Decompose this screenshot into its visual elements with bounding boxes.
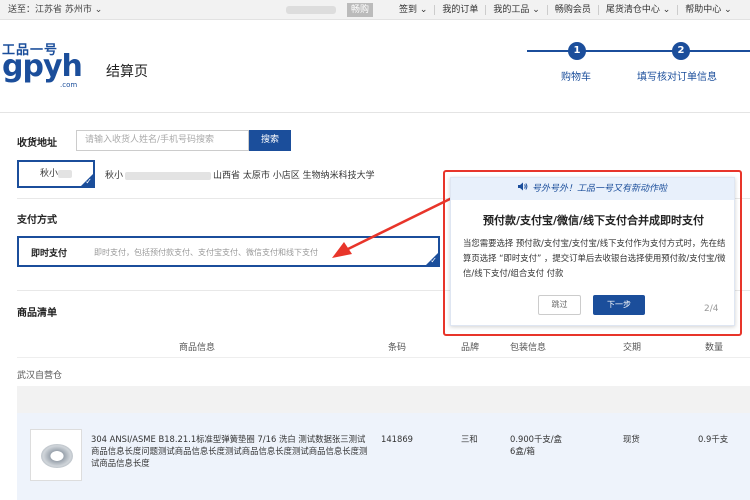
address-section-title: 收货地址 [17, 138, 57, 149]
product-package: 0.900千支/盒 [510, 434, 562, 444]
product-quantity: 0.9千支 [698, 434, 729, 444]
link-my-orders[interactable]: 我的订单 [434, 5, 485, 15]
address-search-input[interactable]: 请输入收货人姓名/手机号码搜索 [76, 130, 249, 151]
address-detail-text: 山西省 太原市 小店区 生物纳米科技大学 [213, 171, 375, 181]
redacted-phone [125, 171, 212, 180]
guide-popup: 号外号外！工品一号又有新动作啦 预付款/支付宝/微信/线下支付合并成即时支付 当… [450, 177, 735, 326]
product-brand: 三和 [461, 434, 478, 444]
col-product-info: 商品信息 [179, 343, 216, 353]
product-name[interactable]: 304 ANSI/ASME B18.21.1标准型弹簧垫圈 7/16 洗白 测试… [91, 433, 371, 469]
warehouse-label: 武汉自营仓 [17, 371, 63, 381]
link-membership[interactable]: 畅购会员 [546, 5, 598, 15]
col-delivery: 交期 [623, 343, 642, 353]
redacted-name [58, 169, 72, 178]
popup-body: 当您需要选择 预付款/支付宝/支付宝/线下支付作为支付方式时，先在结算页选择 “… [463, 238, 726, 278]
payment-option-description: 即时支付，包括预付款支付、支付宝支付、微信支付和线下支付 [94, 248, 318, 257]
col-brand: 品牌 [461, 343, 480, 353]
check-icon: ✓ [85, 177, 92, 186]
popup-header-text: 号外号外！工品一号又有新动作啦 [531, 184, 667, 194]
annotation-arrow [332, 194, 457, 258]
popup-page-indicator: 2/4 [704, 304, 719, 314]
skip-button[interactable]: 跳过 [538, 295, 581, 315]
step-1-label: 购物车 [561, 72, 591, 83]
link-my-gongpin[interactable]: 我的工品 ⌄ [485, 5, 546, 15]
step-2-circle: 2 [672, 42, 690, 60]
payment-option-label: 即时支付 [31, 249, 68, 259]
product-delivery: 现货 [623, 434, 640, 444]
step-2-label: 填写核对订单信息 [637, 72, 717, 83]
username-redacted [286, 6, 336, 14]
col-barcode: 条码 [388, 343, 407, 353]
link-help[interactable]: 帮助中心 ⌄ [677, 5, 738, 15]
product-barcode: 141869 [381, 434, 413, 444]
popup-title: 预付款/支付宝/微信/线下支付合并成即时支付 [482, 214, 705, 227]
logo[interactable]: gpyh [2, 49, 83, 84]
address-detail-name: 秋小 [105, 171, 124, 181]
top-links: 签到 ⌄ 我的订单 我的工品 ⌄ 畅购会员 尾货清仓中心 ⌄ 帮助中心 ⌄ [392, 0, 739, 15]
popup-header: 号外号外！工品一号又有新动作啦 [451, 178, 734, 200]
address-card-name: 秋小 [39, 169, 58, 179]
products-table-header: 商品信息 条码 品牌 包装信息 交期 数量 [17, 334, 750, 358]
link-signin[interactable]: 签到 ⌄ [392, 5, 434, 15]
progress-line [527, 50, 750, 52]
megaphone-icon [517, 178, 528, 200]
page-title: 结算页 [106, 64, 148, 80]
page-header: 工品一号 gpyh .com 结算页 1 购物车 2 填写核对订单信息 [0, 21, 750, 113]
logo-domain: .com [60, 81, 78, 89]
greeting-badge[interactable]: 畅购 [347, 3, 374, 17]
product-package-secondary: 6盒/箱 [510, 446, 535, 456]
link-clearance[interactable]: 尾货清仓中心 ⌄ [597, 5, 677, 15]
step-1-circle: 1 [568, 42, 586, 60]
payment-section-title: 支付方式 [17, 215, 57, 226]
product-thumbnail[interactable] [30, 429, 82, 481]
col-quantity: 数量 [705, 343, 724, 353]
washer-image [41, 444, 73, 468]
col-package: 包装信息 [510, 343, 547, 353]
location-selector[interactable]: 送至：江苏省 苏州市 ⌄ [8, 0, 102, 20]
next-button[interactable]: 下一步 [593, 295, 645, 315]
address-detail: 秋小 山西省 太原市 小店区 生物纳米科技大学 [105, 168, 375, 181]
table-row: 304 ANSI/ASME B18.21.1标准型弹簧垫圈 7/16 洗白 测试… [17, 413, 750, 500]
top-bar: 送至：江苏省 苏州市 ⌄ 畅购 签到 ⌄ 我的订单 我的工品 ⌄ 畅购会员 尾货… [0, 0, 750, 20]
address-card[interactable]: 秋小 ✓ [17, 160, 95, 188]
address-search-button[interactable]: 搜索 [249, 130, 291, 151]
products-section-title: 商品清单 [17, 308, 57, 319]
table-band [17, 386, 750, 413]
